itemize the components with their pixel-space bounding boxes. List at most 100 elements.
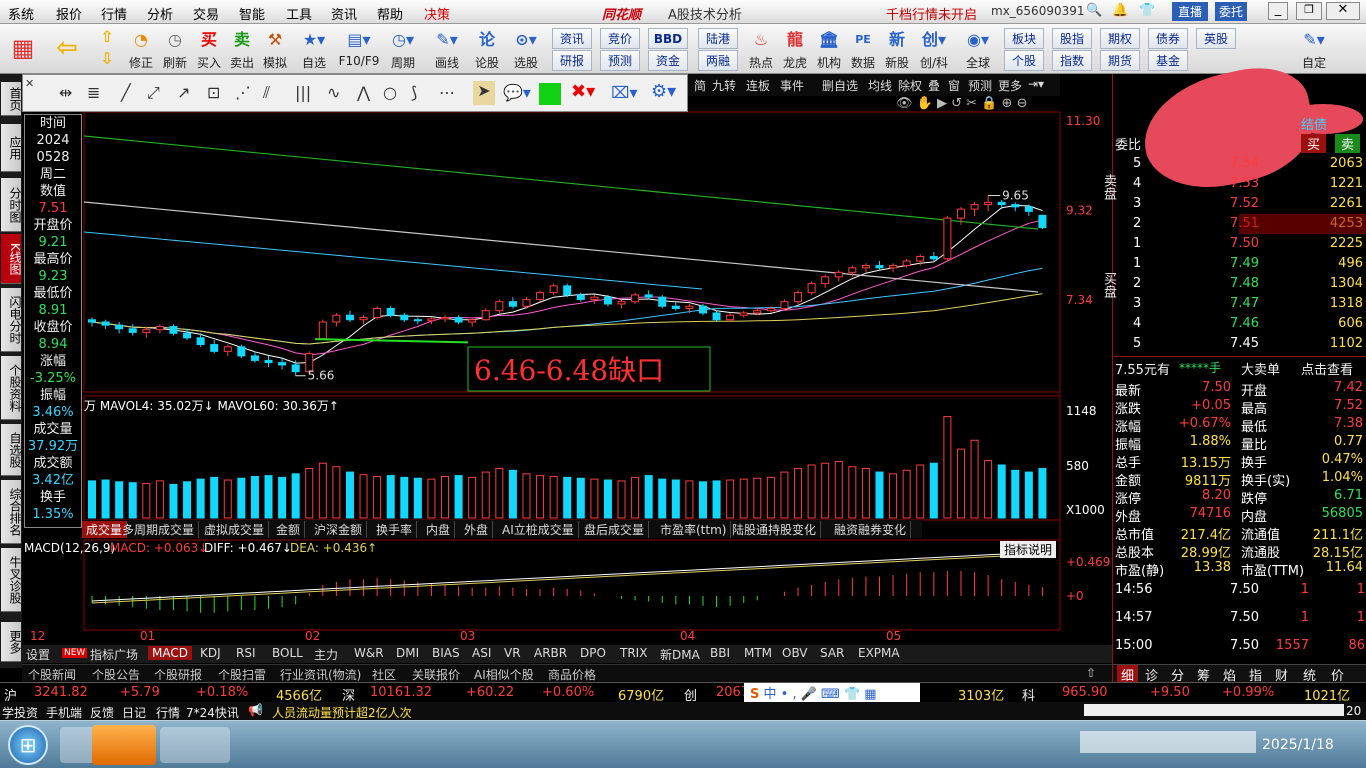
sz-index[interactable]: 10161.32 [370, 685, 432, 700]
tick-row[interactable]: 14:56 7.50 1 1 [1113, 580, 1366, 600]
stat-row[interactable]: 最新 7.50 开盘 7.42 [1113, 378, 1366, 399]
shirt-icon[interactable]: 👕 [1139, 3, 1155, 18]
refresh-button[interactable]: ◷ 刷新 [158, 26, 192, 72]
funds-list-button[interactable]: 基金 [1148, 50, 1188, 71]
mtm-tab[interactable]: MTM [744, 646, 772, 660]
kc-index[interactable]: 965.90 [1062, 685, 1108, 700]
tab-inner[interactable]: 内盘 [422, 521, 456, 538]
simple-toggle[interactable]: 简 [694, 77, 706, 94]
indicator-square-tab[interactable]: 指标广场 [90, 646, 138, 663]
community-tab[interactable]: 社区 [372, 666, 396, 683]
dmi-tab[interactable]: DMI [396, 646, 419, 660]
color-picker-green[interactable] [539, 83, 561, 105]
stock-notice-tab[interactable]: 个股公告 [92, 666, 140, 683]
ask-row[interactable]: 3 7.52 2261 [1113, 194, 1366, 214]
bid-row[interactable]: 5 7.45 1102 [1113, 334, 1366, 354]
sell-button[interactable]: 卖卖出 [225, 26, 259, 72]
bell-icon[interactable]: 🔔 [1112, 3, 1128, 18]
arbr-tab[interactable]: ARBR [534, 646, 567, 660]
pointer-tool-icon[interactable]: ➤ [473, 81, 495, 105]
futures-button[interactable]: 期货 [1100, 50, 1140, 71]
industry-news-tab[interactable]: 行业资讯(物流) [280, 666, 361, 683]
stock-news-tab[interactable]: 个股新闻 [28, 666, 76, 683]
polyline-tool-icon[interactable]: ⋀ [357, 83, 370, 102]
obv-tab[interactable]: OBV [782, 646, 808, 660]
ma-toggle[interactable]: 均线 [868, 77, 892, 94]
screener-button[interactable]: ⊙▾ 选股 [506, 26, 546, 72]
taskbar-app-active[interactable] [92, 725, 156, 765]
menu-system[interactable]: 系统 [8, 4, 34, 23]
limit-up-toggle[interactable]: 连板 [746, 77, 770, 94]
menu-decision[interactable]: 决策 [424, 4, 450, 23]
menu-help[interactable]: 帮助 [377, 4, 403, 23]
indices-button[interactable]: 指数 [1052, 50, 1092, 71]
remove-watch-toggle[interactable]: 删自选 [822, 77, 858, 94]
draw-button[interactable]: ✎▾ 画线 [428, 26, 466, 72]
hk-connect-button[interactable]: 陆港 [698, 28, 738, 49]
hotspot-button[interactable]: ♨ 热点 [744, 26, 778, 72]
stat-row[interactable]: 市盈(静) 13.38 市盈(TTM) 11.64 [1113, 558, 1366, 579]
menu-tools[interactable]: 工具 [286, 4, 312, 23]
fib-tool-icon[interactable]: ⋰ [235, 83, 251, 102]
back-button[interactable]: ⇦ [50, 26, 84, 72]
ai-similar-tab[interactable]: AI相似个股 [474, 666, 534, 683]
menu-trade[interactable]: 交易 [193, 4, 219, 23]
tab-multi-period[interactable]: 多周期成交量 [118, 521, 200, 538]
tab-hk-holding[interactable]: 陆股通持股变化 [728, 521, 822, 538]
bid-row[interactable]: 2 7.48 1304 [1113, 274, 1366, 294]
tab-ai-volume[interactable]: AI立桩成交量 [498, 521, 579, 538]
left-tab-apps[interactable]: 应用 [1, 124, 22, 172]
vr-tab[interactable]: VR [504, 646, 521, 660]
settings-tab[interactable]: 设置 [26, 646, 50, 663]
close-window-button[interactable]: ✕ [1326, 2, 1360, 20]
undo-icon[interactable]: ↺ [951, 96, 962, 111]
left-tab-more[interactable]: 更多 [1, 622, 22, 662]
stat-row[interactable]: 总股本 28.99亿 流通股 28.15亿 [1113, 540, 1366, 561]
restore-button[interactable]: ❐ [1296, 2, 1322, 20]
kline-chart[interactable]: 11.309.327.349.655.66 6.46-6.48缺口万 MAVOL4… [22, 74, 1112, 672]
news-ticker[interactable]: 人员流动量预计超2亿人次 [272, 704, 412, 721]
stat-row[interactable]: 总市值 217.4亿 流通值 211.1亿 [1113, 522, 1366, 543]
wr-tab[interactable]: W&R [354, 646, 384, 660]
main-force-tab[interactable]: 主力 [314, 646, 338, 663]
scissors-icon[interactable]: ✂ [966, 96, 977, 111]
diary-link[interactable]: 日记 [122, 704, 146, 721]
parallel-line-icon[interactable]: ⇹ [59, 83, 72, 102]
taskbar-app-2[interactable] [160, 727, 230, 763]
up-down-buttons[interactable]: ⇧ ⇩ [94, 26, 120, 72]
menu-analysis[interactable]: 分析 [147, 4, 173, 23]
stocks-button[interactable]: 个股 [1004, 50, 1044, 71]
stat-row[interactable]: 涨停 8.20 跌停 6.71 [1113, 486, 1366, 507]
tab-pe-ttm[interactable]: 市盈率(ttm) [656, 521, 732, 538]
stat-row[interactable]: 总手 13.15万 换手 0.47% [1113, 450, 1366, 471]
sell-tab[interactable]: 卖 [1335, 134, 1361, 153]
big-order-row[interactable]: 7.55元有 *****手 大卖单 点击查看 [1113, 356, 1366, 378]
margin-button[interactable]: 两融 [698, 50, 738, 71]
kdj-tab[interactable]: KDJ [200, 646, 221, 660]
options-button[interactable]: 期权 [1100, 28, 1140, 49]
left-tab-kline[interactable]: K线图 [1, 234, 22, 284]
zoom-out-icon[interactable]: ⊖ [1017, 96, 1028, 111]
rect-tool-icon[interactable]: ⊡ [207, 83, 220, 102]
menu-quote[interactable]: 报价 [56, 4, 82, 23]
star-board-button[interactable]: 创▾ 创/科 [914, 26, 954, 72]
left-tab-diagnose[interactable]: 牛叉诊股 [1, 548, 22, 612]
zoom-in-icon[interactable]: ⊕ [1002, 96, 1013, 111]
tab-virtual-volume[interactable]: 虚拟成交量 [200, 521, 270, 538]
bond-link[interactable]: 结债 [1301, 114, 1327, 133]
buy-button[interactable]: 买买入 [192, 26, 226, 72]
bbd-button[interactable]: BBD [648, 28, 688, 49]
collapse-up-icon[interactable]: ⇧ [1086, 666, 1096, 680]
settings-gear-icon[interactable]: ⚙▾ [651, 81, 676, 102]
tab-after-hours[interactable]: 盘后成交量 [580, 521, 650, 538]
ask-row[interactable]: 5 7.54 2063 [1113, 154, 1366, 174]
left-tab-intraday[interactable]: 分时图 [1, 178, 22, 232]
asi-tab[interactable]: ASI [472, 646, 491, 660]
start-button[interactable]: ⊞ [8, 725, 48, 765]
comment-tool-icon[interactable]: 💬▾ [503, 83, 531, 102]
overlay-toggle[interactable]: 叠 [928, 77, 940, 94]
delete-tool-icon[interactable]: ✖▾ [571, 81, 595, 102]
left-tab-watchlist[interactable]: 自选股 [1, 424, 22, 476]
left-tab-home[interactable]: 首页 [1, 82, 22, 116]
forum-button[interactable]: 论论股 [470, 26, 504, 72]
